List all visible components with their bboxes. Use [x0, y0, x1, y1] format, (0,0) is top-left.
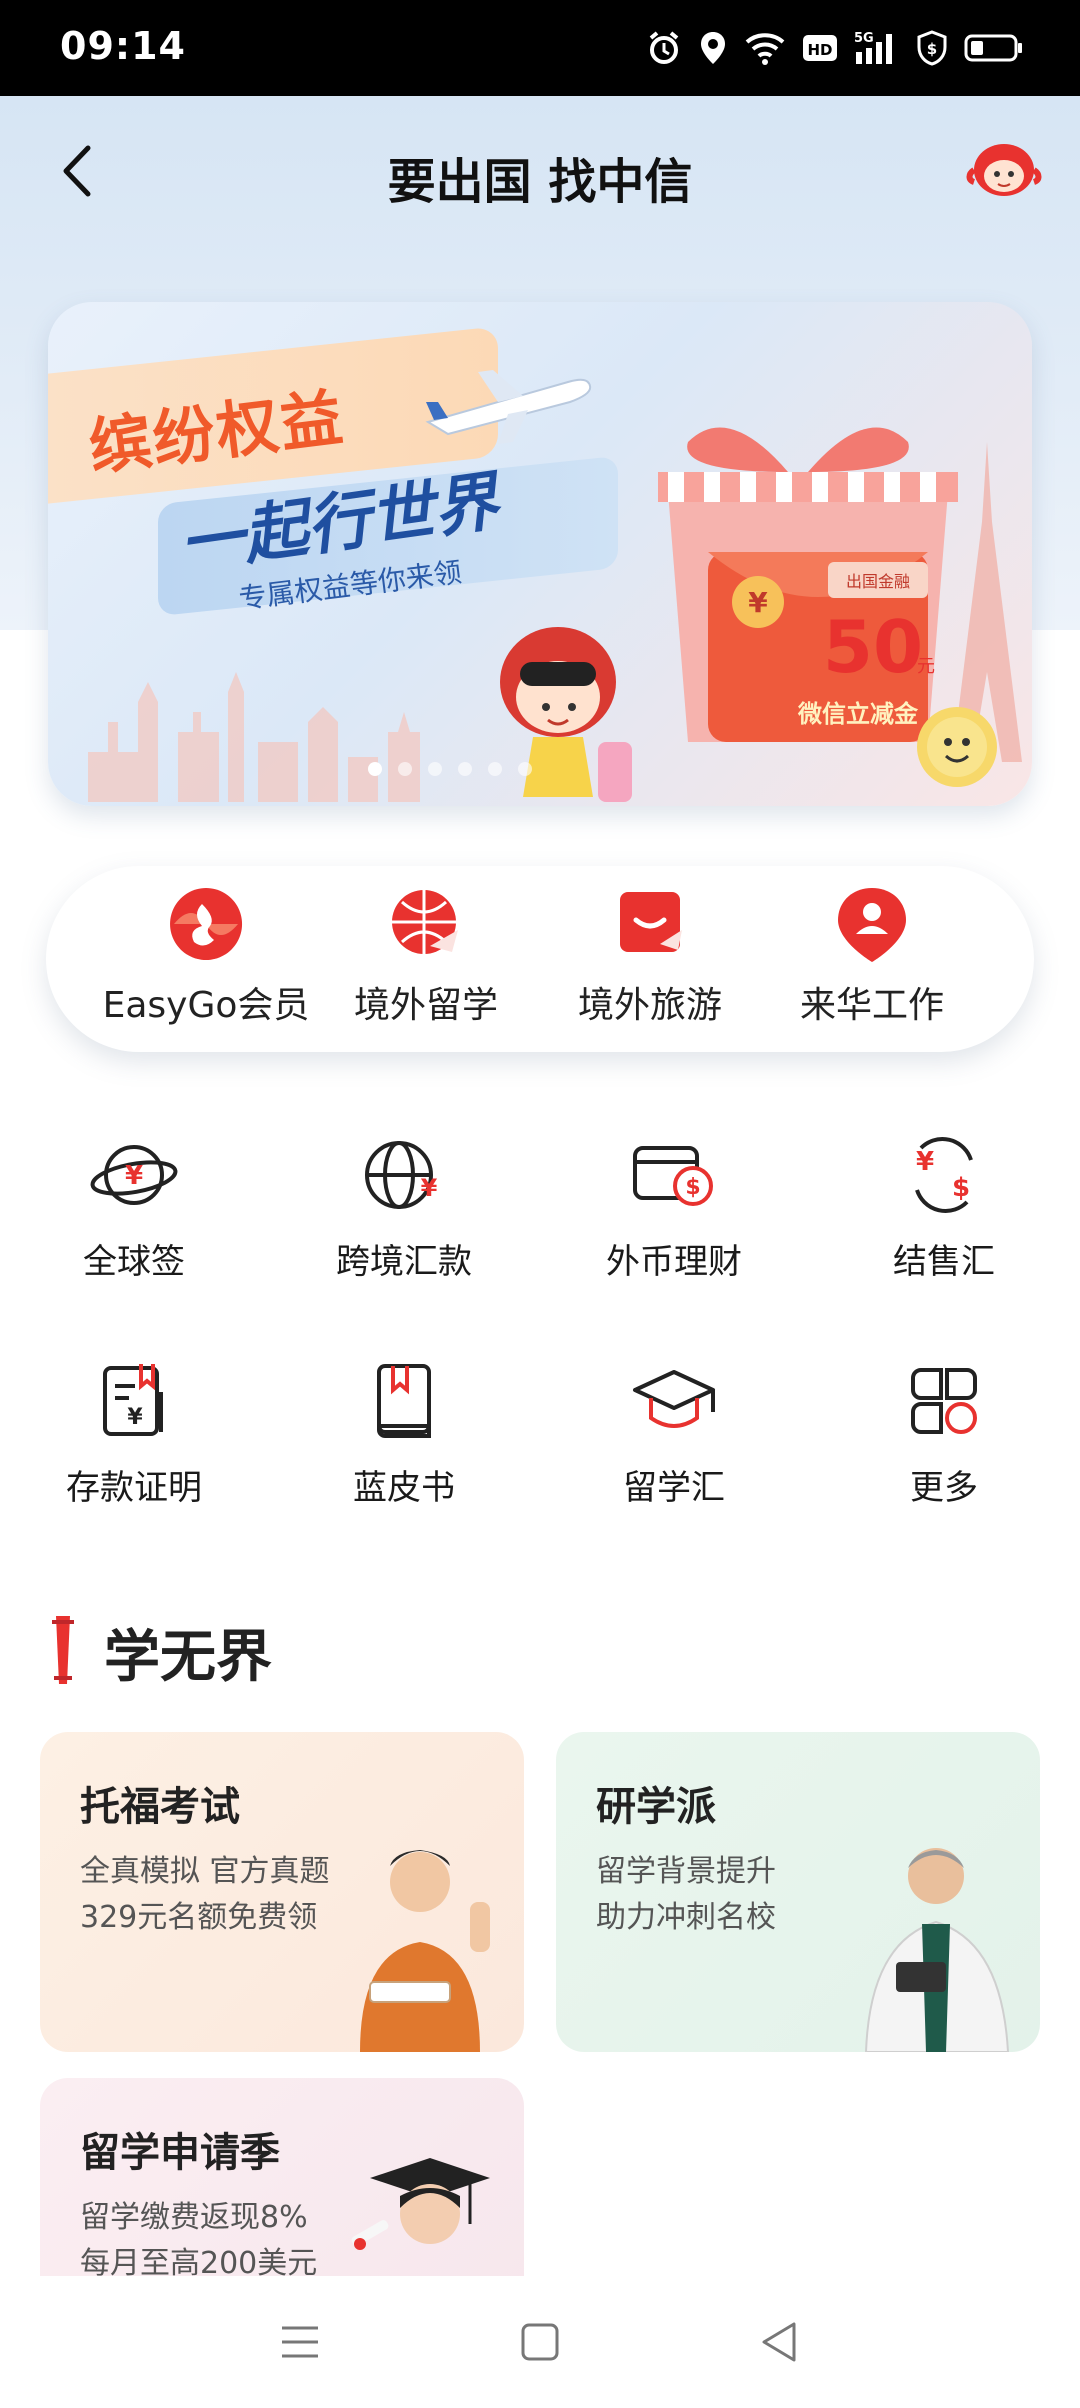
grid-item-label: 结售汇	[893, 1242, 995, 1282]
card-desc: 全真模拟 官方真题	[80, 1854, 330, 1889]
pagination-dot[interactable]	[428, 762, 442, 776]
svg-text:HD: HD	[807, 41, 832, 59]
deposit-certificate-icon: ¥	[89, 1356, 179, 1446]
svg-text:¥: ¥	[916, 1147, 934, 1177]
overseas-travel-icon	[610, 884, 690, 964]
pagination-dot[interactable]	[518, 762, 532, 776]
hd-icon: HD	[803, 35, 837, 61]
exchange-settlement-icon: ¥ $	[899, 1130, 989, 1220]
pagination-dot[interactable]	[458, 762, 472, 776]
coupon-amount: 50	[823, 605, 923, 689]
graduate-photo	[351, 2158, 490, 2250]
svg-text:$: $	[952, 1173, 970, 1203]
page-title: 要出国 找中信	[387, 154, 693, 210]
grid-item-deposit-certificate[interactable]: ¥ 存款证明	[4, 1356, 264, 1509]
work-in-china-icon	[832, 884, 912, 964]
study-abroad-remit-icon	[629, 1356, 719, 1446]
airplane-icon	[425, 370, 592, 444]
quick-item-work-in-china[interactable]: 来华工作	[762, 884, 982, 1028]
section-title: 学无界	[104, 1625, 272, 1690]
more-icon	[899, 1356, 989, 1446]
grid-item-label: 外币理财	[606, 1242, 742, 1282]
location-icon	[701, 32, 725, 64]
quick-item-label: EasyGo会员	[102, 985, 310, 1026]
shield-icon: $	[917, 30, 947, 66]
grid-item-exchange[interactable]: ¥ $ 结售汇	[814, 1130, 1074, 1283]
card-desc: 留学背景提升	[596, 1854, 776, 1889]
grid-item-label: 全球签	[83, 1242, 185, 1282]
grid-item-study-remit[interactable]: 留学汇	[544, 1356, 804, 1509]
svg-text:¥: ¥	[125, 1161, 143, 1191]
quick-item-label: 境外留学	[353, 985, 498, 1026]
pagination-dot[interactable]	[368, 762, 382, 776]
foreign-currency-wealth-icon: $	[629, 1130, 719, 1220]
svg-text:¥: ¥	[127, 1405, 143, 1430]
card-study-tour[interactable]: 研学派 留学背景提升 助力冲刺名校	[556, 1732, 1040, 2052]
back-triangle-icon[interactable]	[750, 2312, 810, 2372]
gift-box-illustration: ¥ 出国金融 50 元 微信立减金	[658, 427, 958, 742]
quick-item-overseas-travel[interactable]: 境外旅游	[540, 884, 760, 1028]
quick-menu: EasyGo会员 境外留学 境外旅游 来华工作	[46, 866, 1034, 1052]
overseas-study-icon	[386, 884, 466, 964]
grid-item-global-card[interactable]: ¥ 全球签	[4, 1130, 264, 1283]
svg-text:5G: 5G	[854, 31, 874, 46]
signal-5g-icon: 5G	[854, 31, 892, 64]
professor-photo	[864, 1848, 1010, 2052]
city-skyline-illustration	[88, 672, 420, 802]
card-title: 托福考试	[80, 1784, 240, 1830]
grid-item-foreign-wealth[interactable]: $ 外币理财	[544, 1130, 804, 1283]
grid-item-label: 存款证明	[66, 1468, 202, 1508]
system-nav-bar	[0, 2276, 1080, 2408]
student-thumbs-up-photo	[360, 1850, 490, 2052]
blue-book-icon	[359, 1356, 449, 1446]
alarm-icon	[649, 31, 679, 64]
smile-coin-illustration	[917, 707, 997, 787]
svg-text:$: $	[685, 1175, 700, 1200]
pagination-dot[interactable]	[488, 762, 502, 776]
coupon-caption: 微信立减金	[797, 700, 919, 728]
battery-icon	[964, 34, 1022, 62]
easygo-member-icon	[166, 884, 246, 964]
mascot-avatar-icon	[966, 144, 1042, 196]
quick-item-label: 境外旅游	[577, 985, 722, 1026]
card-desc: 留学缴费返现8%	[80, 2200, 308, 2235]
status-time: 09:14	[60, 24, 186, 68]
card-desc: 助力冲刺名校	[596, 1900, 776, 1935]
status-bar: 09:14 HD 5G $	[0, 0, 1080, 96]
quick-item-easygo[interactable]: EasyGo会员	[96, 884, 316, 1028]
pagination-dot[interactable]	[398, 762, 412, 776]
promo-banner[interactable]: 缤纷权益 一起行世界 专属权益等你来领 ¥ 出国金融 50 元 微信立减金	[48, 302, 1032, 806]
grid-item-label: 蓝皮书	[353, 1468, 455, 1508]
status-icons: HD 5G $	[646, 24, 1024, 72]
svg-text:¥: ¥	[748, 586, 768, 619]
grid-item-label: 跨境汇款	[336, 1242, 472, 1282]
mascot-girl-illustration	[500, 627, 632, 802]
cross-border-remittance-icon: ¥	[359, 1130, 449, 1220]
grid-item-label: 留学汇	[623, 1468, 725, 1508]
card-title: 留学申请季	[80, 2130, 280, 2176]
coupon-unit: 元	[917, 656, 935, 677]
menu-icon[interactable]	[270, 2312, 330, 2372]
grid-item-label: 更多	[910, 1468, 978, 1508]
mascot-avatar-button[interactable]	[964, 130, 1044, 210]
home-square-icon[interactable]	[510, 2312, 570, 2372]
card-title: 研学派	[596, 1784, 716, 1830]
grid-item-blue-book[interactable]: 蓝皮书	[274, 1356, 534, 1509]
wifi-icon	[745, 33, 785, 65]
banner-pagination	[368, 762, 532, 776]
coupon-tag: 出国金融	[846, 572, 910, 591]
global-card-icon: ¥	[89, 1130, 179, 1220]
svg-text:$: $	[927, 40, 937, 58]
svg-text:¥: ¥	[421, 1174, 438, 1202]
nav-bar: 要出国 找中信	[0, 96, 1080, 246]
quick-item-label: 来华工作	[799, 985, 944, 1026]
quick-item-overseas-study[interactable]: 境外留学	[316, 884, 536, 1028]
card-desc: 329元名额免费领	[80, 1900, 318, 1935]
grid-item-more[interactable]: 更多	[814, 1356, 1074, 1509]
section-mark-icon	[52, 1616, 74, 1684]
grid-item-remittance[interactable]: ¥ 跨境汇款	[274, 1130, 534, 1283]
card-toefl[interactable]: 托福考试 全真模拟 官方真题 329元名额免费领	[40, 1732, 524, 2052]
